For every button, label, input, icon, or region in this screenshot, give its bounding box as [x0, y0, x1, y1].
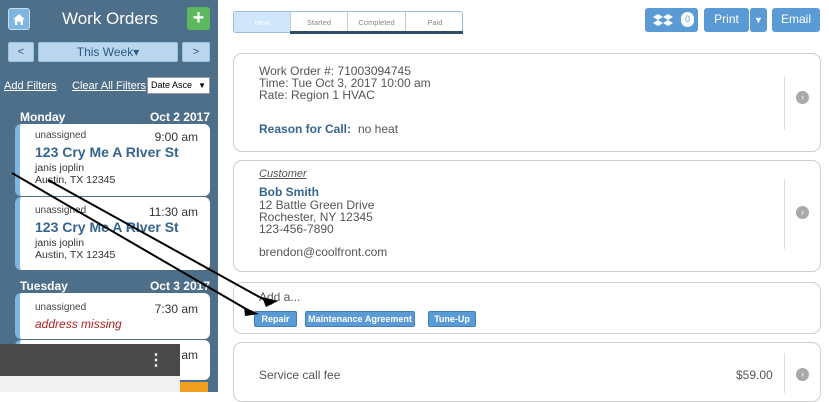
annotation-arrows: [11, 172, 278, 316]
